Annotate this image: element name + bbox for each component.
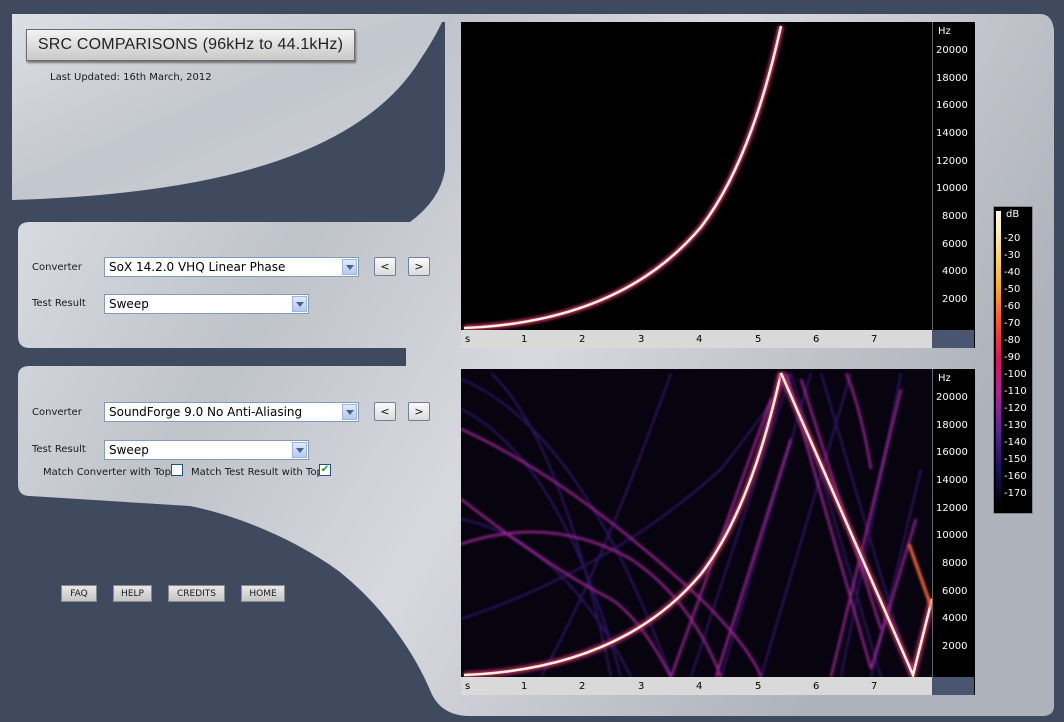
- bottom-next-button[interactable]: >: [408, 402, 430, 421]
- chevron-down-icon[interactable]: [292, 296, 307, 312]
- bottom-x-axis: s 1 2 3 4 5 6 7: [461, 677, 932, 695]
- y-tick: 6000: [942, 586, 968, 597]
- top-test-select[interactable]: Sweep: [104, 294, 309, 314]
- x-tick: 1: [521, 681, 528, 692]
- db-tick: -30: [1004, 250, 1021, 261]
- match-converter-label: Match Converter with Top: [43, 467, 171, 478]
- db-tick: -70: [1004, 318, 1021, 329]
- x-tick: 5: [755, 681, 762, 692]
- axis-corner: [932, 330, 974, 348]
- x-tick: 4: [696, 681, 703, 692]
- y-tick: 2000: [942, 294, 968, 305]
- x-tick: 5: [755, 334, 762, 345]
- db-colour-scale: dB -20 -30 -40 -50 -60 -70 -80 -90 -100 …: [993, 206, 1033, 514]
- y-tick: 20000: [936, 392, 968, 403]
- db-tick: -160: [1004, 471, 1027, 482]
- y-tick: 12000: [936, 156, 968, 167]
- db-tick: -150: [1004, 454, 1027, 465]
- db-tick: -80: [1004, 335, 1021, 346]
- db-tick: -110: [1004, 386, 1027, 397]
- y-tick: 14000: [936, 475, 968, 486]
- top-converter-value: SoX 14.2.0 VHQ Linear Phase: [109, 260, 286, 274]
- chevron-down-icon[interactable]: [342, 404, 357, 420]
- y-tick: 10000: [936, 183, 968, 194]
- y-tick: 16000: [936, 100, 968, 111]
- x-tick: 6: [813, 681, 820, 692]
- y-tick: 18000: [936, 420, 968, 431]
- y-tick: 6000: [942, 239, 968, 250]
- x-tick: 3: [638, 681, 645, 692]
- chevron-down-icon[interactable]: [342, 259, 357, 275]
- y-tick: 14000: [936, 128, 968, 139]
- match-test-checkbox[interactable]: ✔: [319, 464, 331, 476]
- y-tick: 16000: [936, 447, 968, 458]
- bottom-spectrogram: Hz 20000 18000 16000 14000 12000 10000 8…: [461, 369, 975, 695]
- y-tick: 8000: [942, 211, 968, 222]
- x-tick: 7: [871, 334, 878, 345]
- db-tick: -140: [1004, 437, 1027, 448]
- top-prev-button[interactable]: <: [374, 257, 396, 276]
- bottom-converter-select[interactable]: SoundForge 9.0 No Anti-Aliasing: [104, 402, 359, 422]
- x-tick: 7: [871, 681, 878, 692]
- y-tick: 20000: [936, 45, 968, 56]
- x-tick: s: [465, 334, 471, 345]
- chevron-down-icon[interactable]: [292, 442, 307, 458]
- x-tick: 1: [521, 334, 528, 345]
- y-unit: Hz: [938, 373, 951, 384]
- top-next-button[interactable]: >: [408, 257, 430, 276]
- match-converter-checkbox[interactable]: [171, 464, 183, 476]
- y-unit: Hz: [938, 26, 951, 37]
- top-spectrogram: Hz 20000 18000 16000 14000 12000 10000 8…: [461, 22, 975, 348]
- y-tick: 10000: [936, 530, 968, 541]
- db-tick: -90: [1004, 352, 1021, 363]
- db-tick: -40: [1004, 267, 1021, 278]
- faq-link[interactable]: FAQ: [61, 585, 97, 602]
- help-link[interactable]: HELP: [113, 585, 152, 602]
- check-icon: ✔: [320, 464, 330, 475]
- bottom-converter-label: Converter: [32, 407, 82, 418]
- top-converter-select[interactable]: SoX 14.2.0 VHQ Linear Phase: [104, 257, 359, 277]
- match-test-label: Match Test Result with Top: [191, 467, 323, 478]
- x-tick: 6: [813, 334, 820, 345]
- db-gradient-bar: [996, 211, 1001, 507]
- y-tick: 4000: [942, 613, 968, 624]
- top-converter-label: Converter: [32, 262, 82, 273]
- x-tick: 4: [696, 334, 703, 345]
- y-tick: 8000: [942, 558, 968, 569]
- home-link[interactable]: HOME: [241, 585, 285, 602]
- bottom-prev-button[interactable]: <: [374, 402, 396, 421]
- db-unit: dB: [1006, 209, 1020, 220]
- y-tick: 2000: [942, 641, 968, 652]
- top-x-axis: s 1 2 3 4 5 6 7: [461, 330, 932, 348]
- credits-link[interactable]: CREDITS: [168, 585, 225, 602]
- x-tick: s: [465, 681, 471, 692]
- db-tick: -50: [1004, 284, 1021, 295]
- last-updated: Last Updated: 16th March, 2012: [50, 72, 212, 83]
- bottom-test-label: Test Result: [32, 444, 86, 455]
- db-tick: -130: [1004, 420, 1027, 431]
- bottom-converter-value: SoundForge 9.0 No Anti-Aliasing: [109, 405, 303, 419]
- db-tick: -20: [1004, 233, 1021, 244]
- top-test-value: Sweep: [109, 297, 149, 311]
- y-tick: 4000: [942, 266, 968, 277]
- db-tick: -60: [1004, 301, 1021, 312]
- x-tick: 2: [579, 334, 586, 345]
- db-tick: -100: [1004, 369, 1027, 380]
- axis-corner: [932, 677, 974, 695]
- x-tick: 3: [638, 334, 645, 345]
- page-title[interactable]: SRC COMPARISONS (96kHz to 44.1kHz): [26, 29, 355, 61]
- db-tick: -120: [1004, 403, 1027, 414]
- y-tick: 18000: [936, 73, 968, 84]
- db-tick: -170: [1004, 488, 1027, 499]
- sweep-glow: [463, 25, 784, 331]
- bottom-test-value: Sweep: [109, 443, 149, 457]
- x-tick: 2: [579, 681, 586, 692]
- y-tick: 12000: [936, 503, 968, 514]
- top-test-label: Test Result: [32, 298, 86, 309]
- bottom-test-select[interactable]: Sweep: [104, 440, 309, 460]
